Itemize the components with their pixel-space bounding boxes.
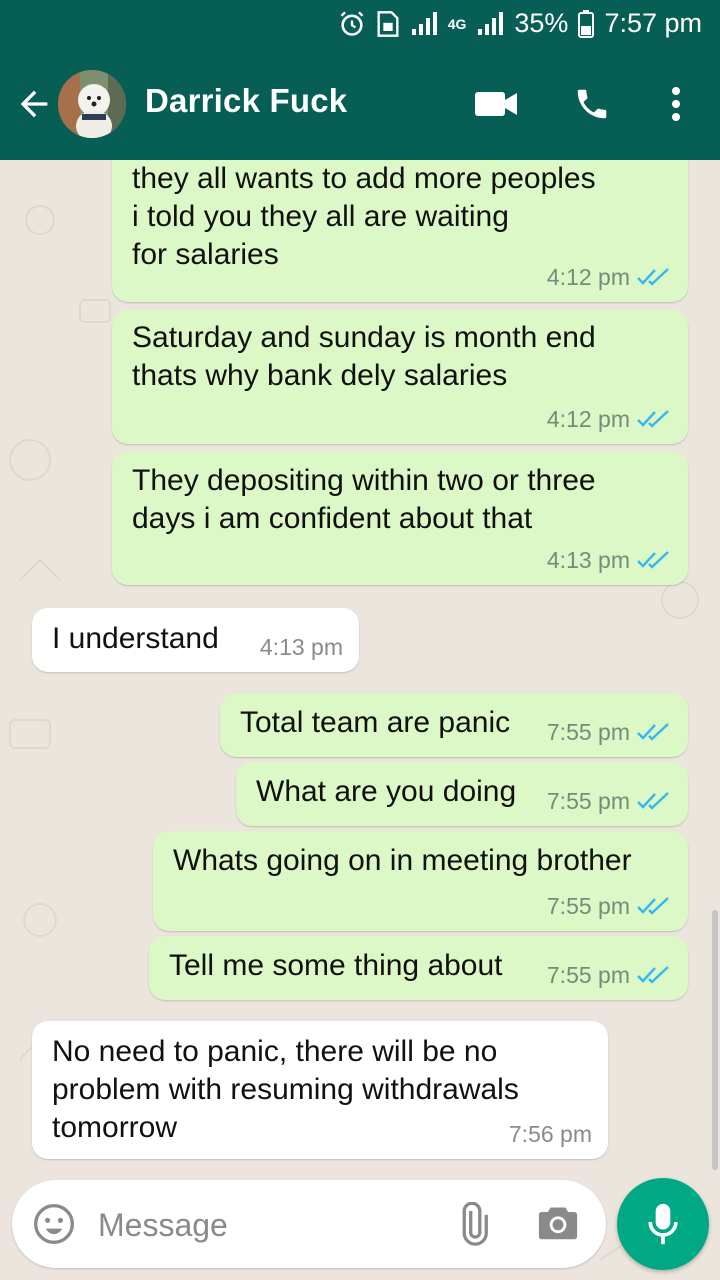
sim-icon — [376, 10, 400, 38]
message-list[interactable]: They all waiting for company check they … — [0, 160, 720, 1170]
message-text: Total team are panic — [240, 706, 511, 739]
message-text: They all waiting for company check they … — [132, 162, 596, 271]
message-time: 4:13 pm — [259, 634, 343, 660]
voice-record-button[interactable] — [617, 1178, 709, 1270]
read-receipt-icon — [637, 410, 669, 428]
avatar[interactable] — [58, 70, 126, 138]
emoji-icon — [34, 1204, 74, 1244]
message-text: Tell me some thing about — [169, 949, 503, 982]
message-time: 7:56 pm — [508, 1121, 592, 1147]
message-bubble-outgoing[interactable]: What are you doing 7:55 pm — [236, 762, 688, 826]
message-text: Saturday and sunday is month end thats w… — [132, 321, 596, 392]
chat-header: Darrick Fuck — [0, 48, 720, 160]
arrow-back-icon — [20, 90, 48, 118]
status-bar: 4G 35% 7:57 pm — [0, 0, 720, 48]
battery-icon — [578, 9, 595, 38]
phone-icon — [577, 89, 607, 119]
message-bubble-incoming[interactable]: I understand 4:13 pm — [32, 608, 359, 672]
message-composer — [12, 1180, 606, 1268]
camera-button[interactable] — [536, 1202, 584, 1246]
signal-2-icon — [476, 11, 504, 37]
message-meta: 7:55 pm — [547, 713, 670, 751]
message-text: I understand — [52, 622, 219, 655]
alarm-icon — [338, 10, 366, 38]
message-meta: 7:55 pm — [547, 956, 670, 994]
network-type-icon: 4G — [447, 15, 467, 32]
more-vert-icon — [672, 87, 680, 121]
message-meta: 7:55 pm — [547, 887, 670, 925]
battery-percent: 35% — [514, 8, 569, 38]
message-meta: 4:12 pm — [547, 258, 670, 296]
read-receipt-icon — [637, 723, 669, 741]
clock: 7:57 pm — [604, 8, 702, 38]
message-bubble-outgoing[interactable]: Tell me some thing about 7:55 pm — [149, 936, 688, 1000]
message-meta: 4:12 pm — [547, 400, 670, 438]
read-receipt-icon — [637, 897, 669, 915]
signal-icon — [410, 11, 438, 37]
message-time: 4:12 pm — [546, 264, 630, 290]
camera-icon — [538, 1207, 578, 1240]
read-receipt-icon — [637, 551, 669, 569]
video-call-icon — [475, 92, 517, 116]
message-time: 7:55 pm — [546, 962, 630, 988]
message-time: 4:13 pm — [546, 547, 630, 573]
attach-icon — [462, 1201, 488, 1246]
message-bubble-outgoing[interactable]: They depositing within two or three days… — [112, 451, 688, 585]
read-receipt-icon — [637, 792, 669, 810]
message-meta: 7:55 pm — [547, 782, 670, 820]
read-receipt-icon — [637, 966, 669, 984]
scrollbar[interactable] — [712, 910, 718, 1170]
message-meta: 4:13 pm — [260, 628, 343, 666]
emoji-button[interactable] — [32, 1202, 76, 1246]
video-call-button[interactable] — [474, 84, 518, 124]
attach-button[interactable] — [448, 1201, 496, 1246]
message-bubble-outgoing[interactable]: Saturday and sunday is month end thats w… — [112, 310, 688, 444]
message-text: They depositing within two or three days… — [132, 464, 596, 535]
message-time: 7:55 pm — [546, 719, 630, 745]
message-time: 4:12 pm — [546, 406, 630, 432]
message-time: 7:55 pm — [546, 893, 630, 919]
message-text: No need to panic, there will be no probl… — [52, 1035, 519, 1144]
message-bubble-outgoing[interactable]: They all waiting for company check they … — [112, 160, 688, 302]
message-meta: 4:13 pm — [547, 541, 670, 579]
message-text: What are you doing — [256, 775, 517, 808]
mic-icon — [648, 1203, 678, 1245]
message-time: 7:55 pm — [546, 788, 630, 814]
contact-name[interactable]: Darrick Fuck — [145, 82, 347, 120]
message-bubble-outgoing[interactable]: Total team are panic 7:55 pm — [220, 693, 688, 757]
more-options-button[interactable] — [654, 84, 698, 124]
message-bubble-incoming[interactable]: No need to panic, there will be no probl… — [32, 1021, 608, 1159]
back-button[interactable] — [14, 84, 54, 124]
message-bubble-outgoing[interactable]: Whats going on in meeting brother 7:55 p… — [153, 831, 688, 931]
message-input[interactable] — [96, 1198, 430, 1252]
read-receipt-icon — [637, 268, 669, 286]
voice-call-button[interactable] — [570, 84, 614, 124]
message-text: Whats going on in meeting brother — [173, 844, 632, 877]
message-meta: 7:56 pm — [509, 1115, 592, 1153]
